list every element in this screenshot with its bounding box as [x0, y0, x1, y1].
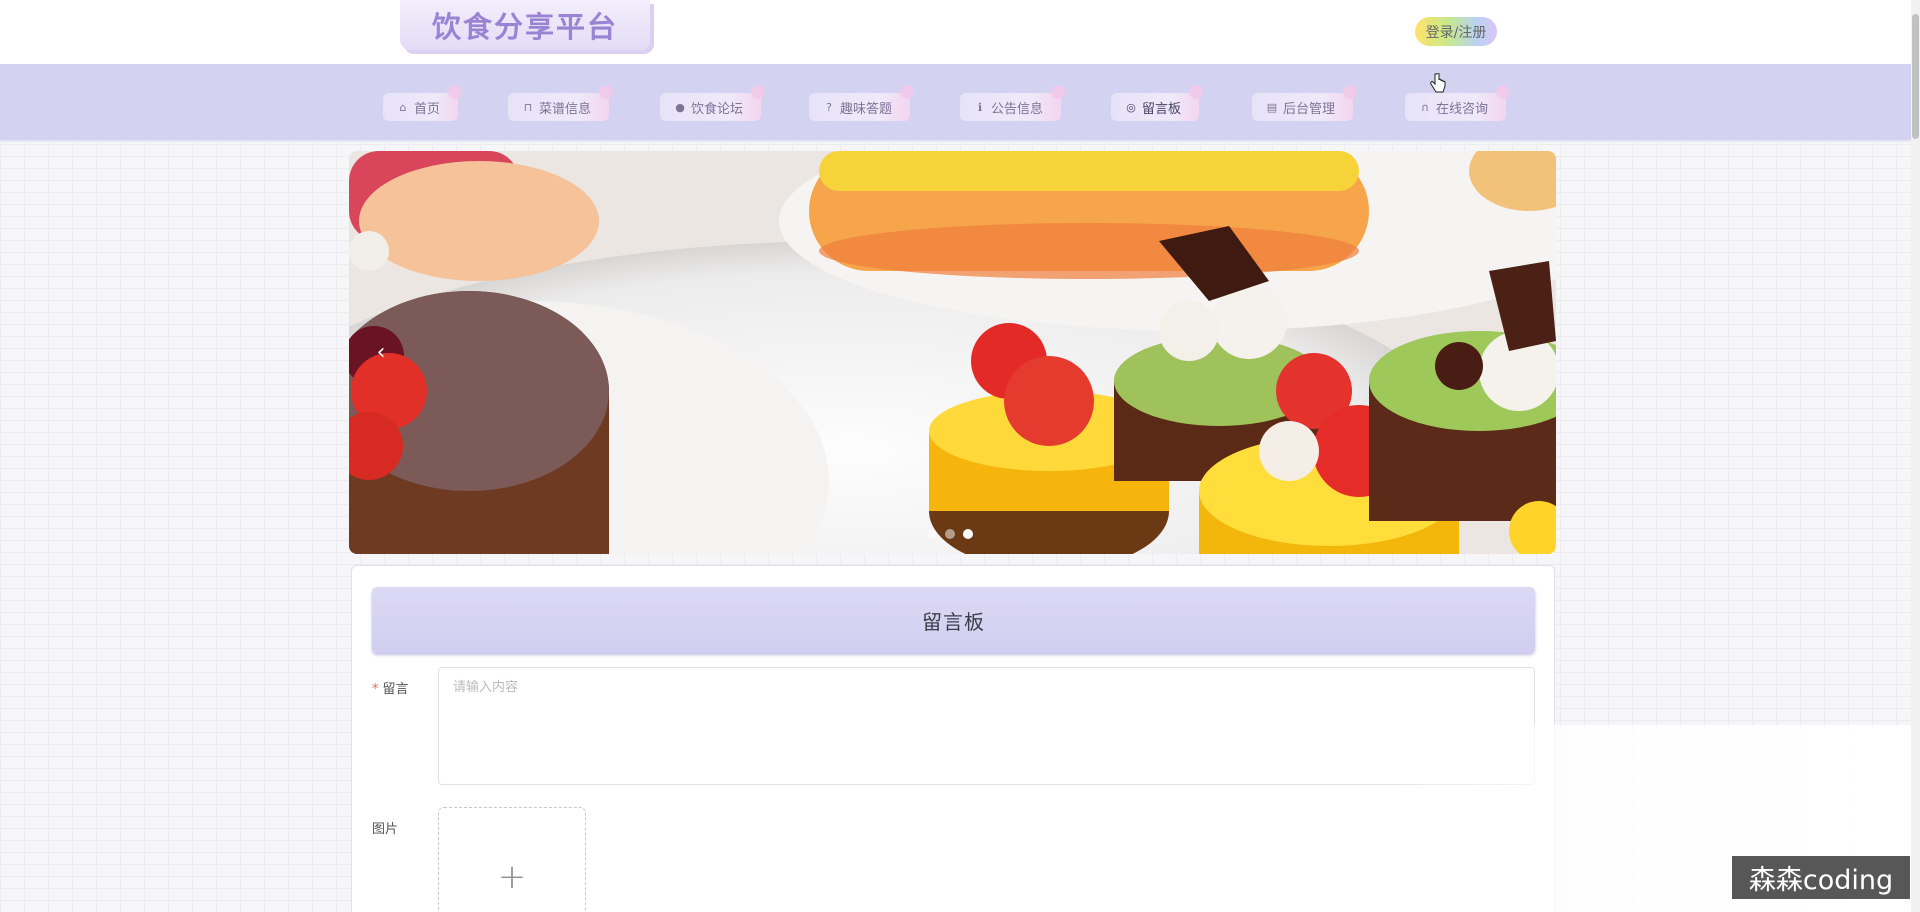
banner-dot[interactable]	[945, 529, 955, 539]
message-label-text: 留言	[382, 682, 409, 697]
nav-item-label: 首页	[414, 101, 441, 117]
home-icon: ⌂	[399, 100, 407, 114]
message-icon: ◎	[1126, 100, 1136, 114]
info-icon: ℹ	[977, 100, 983, 114]
nav-item-recipes[interactable]: ⊓ 菜谱信息	[508, 85, 614, 121]
nav-item-home[interactable]: ⌂ 首页	[383, 85, 463, 121]
banner-dot-active[interactable]	[963, 529, 973, 539]
top-header: 饮食分享平台 登录/注册	[0, 0, 1920, 64]
image-upload-button[interactable]: +	[438, 807, 586, 912]
nav-item-admin[interactable]: ▤ 后台管理	[1252, 85, 1358, 121]
banner-prev-arrow[interactable]: ‹	[369, 337, 393, 367]
nav-item-label: 菜谱信息	[539, 101, 592, 117]
main-nav: ⌂ 首页 ⊓ 菜谱信息 ● 饮食论坛 ? 趣味答题 ℹ 公告信息 ◎ 留言板 ▤…	[0, 64, 1920, 142]
bag-icon: ⊓	[523, 100, 533, 114]
nav-item-label: 公告信息	[991, 101, 1044, 117]
nav-item-message-board[interactable]: ◎ 留言板	[1111, 85, 1204, 121]
site-logo[interactable]: 饮食分享平台	[400, 0, 650, 50]
nav-item-label: 饮食论坛	[691, 101, 744, 117]
watermark: 森森coding	[1732, 856, 1910, 899]
required-mark: *	[372, 682, 379, 697]
image-label: 图片	[372, 822, 399, 837]
forum-icon: ●	[675, 100, 685, 114]
nav-item-notices[interactable]: ℹ 公告信息	[960, 85, 1066, 121]
message-label: * 留言	[372, 678, 409, 697]
login-register-button[interactable]: 登录/注册	[1415, 17, 1497, 46]
nav-item-label: 留言板	[1142, 101, 1182, 117]
banner-carousel[interactable]: ‹	[349, 151, 1556, 554]
nav-item-label: 趣味答题	[840, 101, 893, 117]
nav-item-consult[interactable]: ∩ 在线咨询	[1405, 85, 1511, 121]
banner-dots	[927, 529, 973, 539]
plus-icon: +	[497, 857, 527, 897]
nav-item-quiz[interactable]: ? 趣味答题	[809, 85, 915, 121]
panel-title: 留言板	[372, 587, 1535, 653]
scrollbar-thumb[interactable]	[1912, 14, 1919, 139]
nav-item-label: 后台管理	[1283, 101, 1336, 117]
banner-dot[interactable]	[927, 529, 937, 539]
admin-icon: ▤	[1266, 100, 1278, 114]
dessert-photo	[349, 151, 1556, 554]
question-icon: ?	[826, 100, 832, 114]
hand-cursor-icon	[1430, 73, 1446, 93]
headset-icon: ∩	[1420, 100, 1430, 114]
nav-item-label: 在线咨询	[1436, 101, 1489, 117]
nav-item-forum[interactable]: ● 饮食论坛	[660, 85, 766, 121]
